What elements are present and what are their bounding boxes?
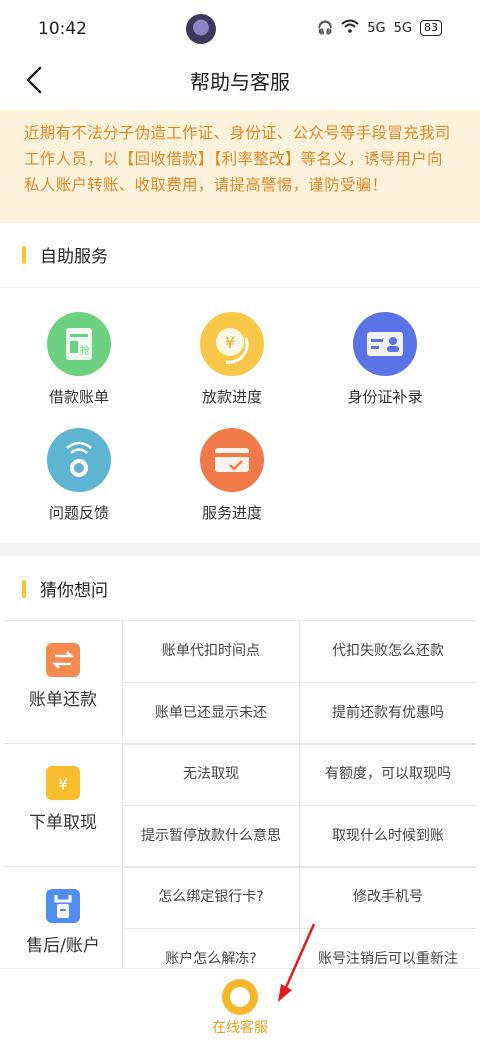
yuan-ticket-icon: ¥ [46, 766, 80, 800]
faq-title: 猜你想问 [40, 581, 108, 601]
faq-question[interactable]: 取现什么时候到账 [300, 806, 476, 868]
service-service-progress[interactable]: 服务进度 [162, 428, 302, 523]
status-time: 10:42 [38, 19, 87, 39]
faq-question[interactable]: 账单已还显示未还 [123, 683, 300, 745]
page-title: 帮助与客服 [190, 70, 290, 94]
service-label: 问题反馈 [48, 504, 109, 522]
nav-bar: 帮助与客服 [0, 56, 480, 106]
fraud-notice: 近期有不法分子伪造工作证、身份证、公众号等手段冒充我司工作人员，以【回收借款】【… [0, 110, 480, 223]
service-loan-bill[interactable]: 抢 借款账单 [9, 312, 149, 407]
service-card-icon [200, 428, 264, 492]
exchange-icon [46, 643, 80, 677]
bill-icon: 抢 [47, 312, 111, 376]
faq-category[interactable]: 账单还款 [4, 621, 123, 744]
self-service-header: 自助服务 [0, 222, 480, 288]
faq-question[interactable]: 修改手机号 [300, 867, 476, 929]
avatar [186, 14, 216, 44]
faq-question[interactable]: 提前还款有优惠吗 [300, 683, 476, 745]
yuan-coin-icon: ¥ [200, 312, 264, 376]
service-id-supplement[interactable]: 身份证补录 [315, 312, 455, 407]
faq-question[interactable]: 账单代扣时间点 [123, 621, 300, 683]
chat-bubble-icon [222, 979, 258, 1015]
faq-question[interactable]: 代扣失败怎么还款 [300, 621, 476, 683]
faq-group-repayment: 账单还款 账单代扣时间点 代扣失败怎么还款 账单已还显示未还 提前还款有优惠吗 [4, 620, 476, 745]
faq-header: 猜你想问 [0, 556, 480, 622]
online-service-bar[interactable]: 在线客服 [0, 968, 480, 1043]
online-service-label: 在线客服 [212, 1020, 268, 1036]
service-label: 借款账单 [48, 388, 109, 406]
id-card-icon [353, 312, 417, 376]
faq-group-withdraw: ¥ 下单取现 无法取现 有额度，可以取现吗 提示暂停放款什么意思 取现什么时候到… [4, 743, 476, 868]
service-label: 放款进度 [201, 388, 262, 406]
service-feedback[interactable]: 问题反馈 [9, 428, 149, 523]
status-icons: 🎧 5G 5G 83 [317, 19, 442, 37]
wrench-icon [46, 889, 80, 923]
signal-icon: 5G [367, 20, 386, 36]
signal-icon-2: 5G [393, 20, 412, 36]
faq-question[interactable]: 提示暂停放款什么意思 [123, 806, 300, 868]
service-label: 身份证补录 [347, 388, 423, 406]
faq-question[interactable]: 无法取现 [123, 744, 300, 806]
headset-icon: 🎧 [317, 20, 334, 36]
faq-question[interactable]: 有额度，可以取现吗 [300, 744, 476, 806]
faq-category[interactable]: ¥ 下单取现 [4, 744, 123, 867]
service-label: 服务进度 [201, 504, 262, 522]
battery-icon: 83 [420, 20, 442, 36]
svg-text:抢: 抢 [80, 344, 90, 357]
self-service-title: 自助服务 [40, 247, 108, 267]
annotation-arrow-icon [278, 923, 316, 1002]
svg-text:¥: ¥ [225, 333, 235, 352]
status-bar: 10:42 🎧 5G 5G 83 [0, 0, 480, 56]
svg-text:¥: ¥ [58, 775, 68, 794]
feedback-icon [47, 428, 111, 492]
wifi-icon [341, 19, 359, 37]
service-disbursement-progress[interactable]: ¥ 放款进度 [162, 312, 302, 407]
